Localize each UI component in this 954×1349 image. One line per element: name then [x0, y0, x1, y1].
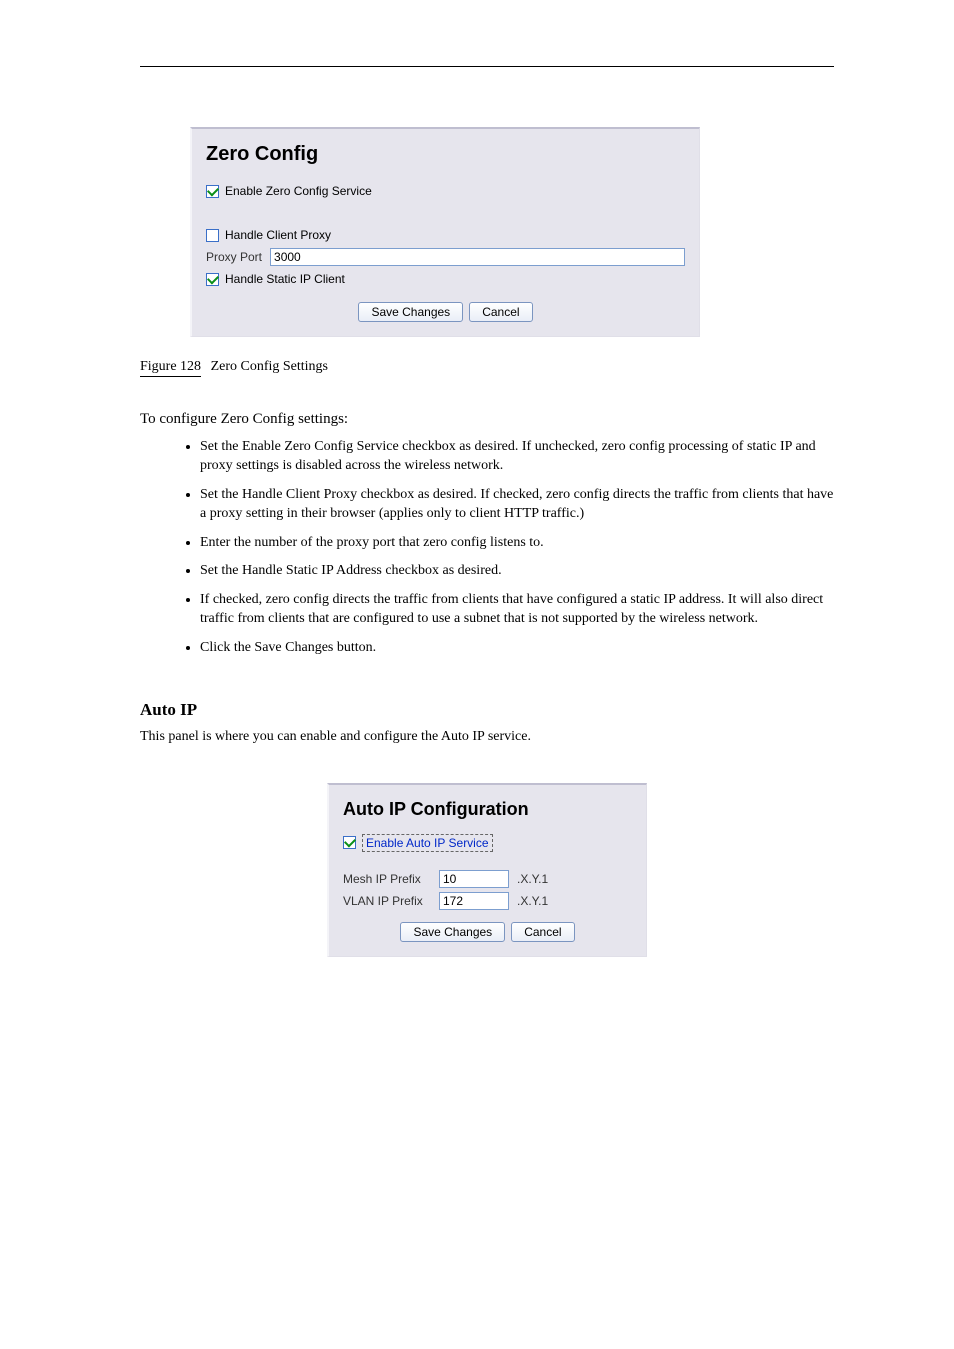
proxy-port-input[interactable] — [270, 248, 685, 266]
enable-zero-config-row[interactable]: Enable Zero Config Service — [206, 184, 685, 198]
zero-config-dialog: Zero Config Enable Zero Config Service H… — [190, 127, 700, 337]
enable-auto-ip-label: Enable Auto IP Service — [362, 834, 493, 852]
checkbox-unchecked-icon[interactable] — [206, 229, 219, 242]
zero-config-title: Zero Config — [206, 143, 685, 166]
list-item: Click the Save Changes button. — [200, 639, 834, 658]
list-item: Enter the number of the proxy port that … — [200, 534, 834, 553]
save-changes-button[interactable]: Save Changes — [400, 922, 505, 942]
handle-static-ip-label: Handle Static IP Client — [225, 272, 345, 286]
handle-client-proxy-row[interactable]: Handle Client Proxy — [206, 228, 685, 242]
figure-caption: Figure 128 Zero Config Settings — [140, 359, 834, 377]
handle-client-proxy-label: Handle Client Proxy — [225, 228, 331, 242]
figure-caption-text: Zero Config Settings — [211, 359, 328, 374]
proxy-port-label: Proxy Port — [206, 250, 262, 264]
config-steps-heading: To configure Zero Config settings: — [140, 411, 834, 428]
figure-label: Figure 128 — [140, 359, 201, 377]
checkbox-checked-icon[interactable] — [206, 185, 219, 198]
vlan-ip-prefix-input[interactable] — [439, 892, 509, 910]
list-item: Set the Handle Static IP Address checkbo… — [200, 562, 834, 581]
mesh-ip-prefix-input[interactable] — [439, 870, 509, 888]
mesh-ip-prefix-label: Mesh IP Prefix — [343, 872, 431, 886]
cancel-button[interactable]: Cancel — [511, 922, 574, 942]
top-horizontal-rule — [140, 66, 834, 67]
mesh-ip-suffix: .X.Y.1 — [517, 872, 548, 886]
auto-ip-title: Auto IP Configuration — [343, 799, 632, 820]
list-item: Set the Enable Zero Config Service check… — [200, 438, 834, 476]
vlan-ip-suffix: .X.Y.1 — [517, 894, 548, 908]
auto-ip-dialog: Auto IP Configuration Enable Auto IP Ser… — [327, 783, 647, 957]
enable-zero-config-label: Enable Zero Config Service — [225, 184, 372, 198]
list-item: Set the Handle Client Proxy checkbox as … — [200, 486, 834, 524]
save-changes-button[interactable]: Save Changes — [358, 302, 463, 322]
cancel-button[interactable]: Cancel — [469, 302, 532, 322]
checkbox-checked-icon[interactable] — [343, 836, 356, 849]
enable-auto-ip-row[interactable]: Enable Auto IP Service — [343, 834, 632, 852]
auto-ip-section-para: This panel is where you can enable and c… — [140, 728, 834, 747]
list-item: If checked, zero config directs the traf… — [200, 591, 834, 629]
checkbox-checked-icon[interactable] — [206, 273, 219, 286]
config-steps-list: Set the Enable Zero Config Service check… — [200, 438, 834, 658]
handle-static-ip-row[interactable]: Handle Static IP Client — [206, 272, 685, 286]
vlan-ip-prefix-label: VLAN IP Prefix — [343, 894, 431, 908]
auto-ip-section-title: Auto IP — [140, 700, 834, 720]
